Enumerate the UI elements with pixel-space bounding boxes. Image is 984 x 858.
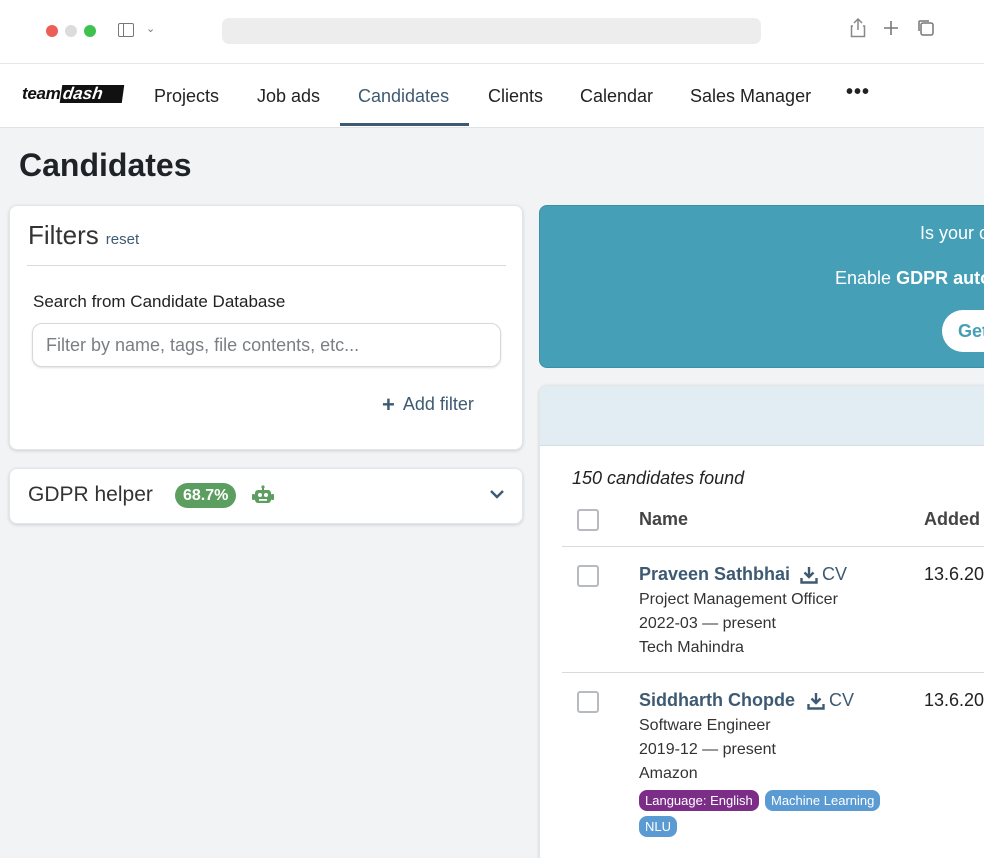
select-all-checkbox[interactable] bbox=[577, 509, 599, 531]
add-filter-label: Add filter bbox=[402, 394, 474, 414]
divider bbox=[562, 672, 984, 673]
chevron-down-icon[interactable]: ⌄ bbox=[146, 22, 155, 35]
new-tab-icon[interactable] bbox=[882, 18, 900, 44]
nav-sales-manager[interactable]: Sales Manager bbox=[690, 83, 811, 109]
teamdash-logo[interactable]: team dash bbox=[22, 83, 124, 105]
app-navigation: team dash Projects Job ads Candidates Cli… bbox=[0, 64, 984, 128]
minimize-window-button[interactable] bbox=[65, 25, 77, 37]
robot-icon bbox=[252, 485, 274, 507]
page-title: Candidates bbox=[19, 147, 192, 183]
nav-candidates[interactable]: Candidates bbox=[358, 83, 449, 109]
nav-projects[interactable]: Projects bbox=[154, 83, 219, 109]
reset-filters-link[interactable]: reset bbox=[106, 231, 139, 248]
candidate-company: Amazon bbox=[639, 765, 698, 782]
tag-badge[interactable]: Machine Learning bbox=[765, 790, 881, 811]
candidate-search-input[interactable] bbox=[32, 323, 501, 367]
chevron-down-icon[interactable] bbox=[488, 485, 506, 508]
banner-question: Is your c bbox=[920, 223, 984, 243]
maximize-window-button[interactable] bbox=[84, 25, 96, 37]
nav-calendar[interactable]: Calendar bbox=[580, 83, 653, 109]
list-toolbar bbox=[540, 386, 984, 446]
plus-icon: + bbox=[382, 391, 395, 417]
browser-toolbar: ⌄ bbox=[0, 0, 984, 64]
banner-text: Enable GDPR auto bbox=[835, 268, 984, 288]
filters-panel: Filters reset Search from Candidate Data… bbox=[9, 205, 523, 450]
results-count: 150 candidates found bbox=[572, 468, 745, 488]
tab-overview-icon[interactable] bbox=[916, 18, 936, 44]
candidate-name-link[interactable]: Siddharth Chopde bbox=[639, 690, 795, 711]
gdpr-automation-banner: Is your c Enable GDPR auto Get bbox=[539, 205, 984, 368]
active-tab-indicator bbox=[340, 123, 469, 126]
download-icon bbox=[800, 566, 818, 584]
search-label: Search from Candidate Database bbox=[33, 292, 286, 311]
gdpr-helper-panel[interactable]: GDPR helper 68.7% bbox=[9, 468, 523, 524]
address-bar[interactable] bbox=[222, 18, 761, 44]
more-menu-button[interactable]: ••• bbox=[846, 81, 870, 104]
download-cv-link[interactable]: CV bbox=[807, 690, 854, 711]
candidate-company: Tech Mahindra bbox=[639, 639, 744, 656]
tag-badge[interactable]: Language: English bbox=[639, 790, 759, 811]
share-icon[interactable] bbox=[850, 17, 866, 44]
nav-job-ads[interactable]: Job ads bbox=[257, 83, 320, 109]
column-header-added[interactable]: Added bbox=[924, 509, 980, 530]
add-filter-button[interactable]: + Add filter bbox=[382, 391, 474, 417]
row-checkbox[interactable] bbox=[577, 565, 599, 587]
divider bbox=[562, 546, 984, 547]
sidebar-toggle-icon[interactable] bbox=[118, 23, 134, 37]
gdpr-percent-badge: 68.7% bbox=[175, 483, 237, 508]
candidate-employment-period: 2019-12 — present bbox=[639, 741, 776, 758]
filters-header: Filters reset bbox=[28, 220, 139, 251]
candidate-added-date: 13.6.20 bbox=[924, 690, 984, 710]
row-checkbox[interactable] bbox=[577, 691, 599, 713]
get-started-button[interactable]: Get bbox=[942, 310, 984, 352]
download-icon bbox=[807, 692, 825, 710]
download-cv-link[interactable]: CV bbox=[800, 564, 847, 585]
filters-title: Filters bbox=[28, 220, 99, 250]
column-header-name[interactable]: Name bbox=[639, 509, 688, 530]
candidate-employment-period: 2022-03 — present bbox=[639, 615, 776, 632]
candidate-added-date: 13.6.20 bbox=[924, 564, 984, 584]
candidate-job-title: Project Management Officer bbox=[639, 591, 838, 608]
candidate-name-link[interactable]: Praveen Sathbhai bbox=[639, 564, 790, 585]
gdpr-helper-title: GDPR helper bbox=[28, 483, 153, 506]
close-window-button[interactable] bbox=[46, 25, 58, 37]
nav-clients[interactable]: Clients bbox=[488, 83, 543, 109]
tag-badge[interactable]: NLU bbox=[639, 816, 678, 837]
candidate-list-panel: 150 candidates found Name Added Praveen … bbox=[539, 385, 984, 858]
candidate-job-title: Software Engineer bbox=[639, 717, 771, 734]
divider bbox=[27, 265, 506, 266]
